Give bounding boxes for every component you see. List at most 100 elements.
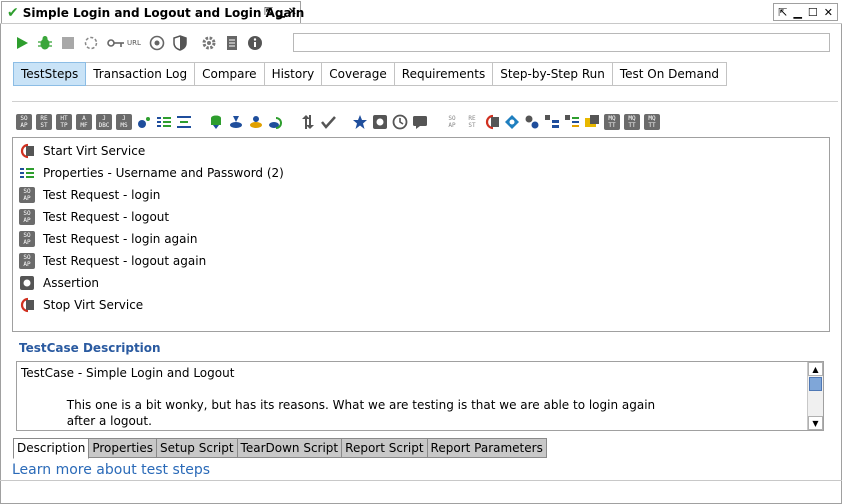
list-item[interactable]: SO AP Test Request - login again <box>13 228 829 250</box>
tab-properties[interactable]: Properties <box>88 438 157 458</box>
soap-icon: SO AP <box>19 187 35 203</box>
learn-more-link[interactable]: Learn more about test steps <box>12 462 210 478</box>
soap-icon: SO AP <box>19 253 35 269</box>
assertion-icon <box>19 275 35 291</box>
add-list-icon[interactable] <box>564 114 580 130</box>
add-rest-mock-icon[interactable]: RE ST <box>464 114 480 130</box>
stop-icon[interactable] <box>60 35 76 51</box>
run-icon[interactable] <box>14 35 30 51</box>
add-amf-step-icon[interactable]: A MF <box>76 114 92 130</box>
add-jdbc-step-icon[interactable]: J DBC <box>96 114 112 130</box>
list-item[interactable]: Properties - Username and Password (2) <box>13 162 829 184</box>
virt-icon <box>19 297 35 313</box>
endpoint-input[interactable] <box>293 33 830 52</box>
list-item[interactable]: SO AP Test Request - logout <box>13 206 829 228</box>
shield-icon[interactable] <box>172 35 188 51</box>
tab-report-script[interactable]: Report Script <box>341 438 428 458</box>
add-rest-step-icon[interactable]: RE ST <box>36 114 52 130</box>
url-label: URL <box>127 39 141 47</box>
step-label: Test Request - login <box>43 188 161 202</box>
close-window-icon[interactable]: ✕ <box>824 6 833 19</box>
step-label: Stop Virt Service <box>43 298 144 312</box>
list-item[interactable]: Start Virt Service <box>13 140 829 162</box>
tab-report-parameters[interactable]: Report Parameters <box>426 438 547 458</box>
virt-icon <box>19 143 35 159</box>
add-datagen-icon[interactable] <box>248 114 264 130</box>
tab-transaction-log[interactable]: Transaction Log <box>86 62 196 86</box>
document-icon[interactable] <box>224 35 240 51</box>
soap-icon: SO AP <box>19 231 35 247</box>
tab-setup-script[interactable]: Setup Script <box>156 438 238 458</box>
add-manual-comment-icon[interactable] <box>412 114 428 130</box>
add-goto-step-icon[interactable] <box>136 114 152 130</box>
window-controls: ⇱ ▁ ☐ ✕ <box>773 3 838 21</box>
minimize-window-icon[interactable]: ▁ <box>793 6 801 19</box>
info-icon[interactable] <box>247 35 263 51</box>
tab-coverage[interactable]: Coverage <box>322 62 395 86</box>
add-script-icon[interactable] <box>372 114 388 130</box>
add-step-toolbar: SO AP RE ST HT TP A MF J DBC J MS SO AP … <box>16 114 660 130</box>
tab-teardown-script[interactable]: TearDown Script <box>236 438 343 458</box>
endpoint-key-icon[interactable]: URL <box>106 35 142 51</box>
step-label: Properties - Username and Password (2) <box>43 166 284 180</box>
step-label: Test Request - login again <box>43 232 198 246</box>
detach-icon[interactable]: ⇱ <box>778 6 787 19</box>
add-loop-icon[interactable] <box>268 114 284 130</box>
add-datasink-icon[interactable] <box>228 114 244 130</box>
add-network-icon[interactable] <box>504 114 520 130</box>
tab-history[interactable]: History <box>264 62 323 86</box>
list-item[interactable]: Stop Virt Service <box>13 294 829 316</box>
add-tree-icon[interactable] <box>544 114 560 130</box>
tab-test-on-demand[interactable]: Test On Demand <box>612 62 728 86</box>
add-security-scan-icon[interactable] <box>524 114 540 130</box>
tab-teststeps[interactable]: TestSteps <box>13 62 87 86</box>
minimize-icon[interactable]: ▁ <box>276 5 284 18</box>
add-delay-clock-icon[interactable] <box>392 114 408 130</box>
scroll-thumb[interactable] <box>809 377 822 391</box>
add-star-icon[interactable] <box>352 114 368 130</box>
gauge-icon[interactable] <box>149 35 165 51</box>
bottom-divider <box>0 480 842 481</box>
tab-step-by-step-run[interactable]: Step-by-Step Run <box>493 62 613 86</box>
scroll-down-icon[interactable]: ▼ <box>808 416 823 430</box>
tab-compare[interactable]: Compare <box>195 62 265 86</box>
step-label: Test Request - logout again <box>43 254 207 268</box>
main-toolbar: URL <box>14 32 263 54</box>
loop-icon[interactable] <box>83 35 99 51</box>
title-bar: ✔ Simple Login and Logout and Login Agai… <box>0 0 842 24</box>
close-icon[interactable]: ✕ <box>288 5 297 18</box>
tab-requirements[interactable]: Requirements <box>394 62 494 86</box>
gear-icon[interactable] <box>201 35 217 51</box>
pin-icon[interactable]: ⇱ <box>264 5 273 18</box>
step-label: Start Virt Service <box>43 144 146 158</box>
step-label: Assertion <box>43 276 100 290</box>
add-datasource-icon[interactable] <box>208 114 224 130</box>
step-label: Test Request - logout <box>43 210 170 224</box>
add-assertion-check-icon[interactable] <box>320 114 336 130</box>
tab-description[interactable]: Description <box>13 438 90 459</box>
debug-bug-icon[interactable] <box>37 35 53 51</box>
add-mqtt-publish-icon[interactable]: MQ TT <box>604 114 620 130</box>
add-jms-step-icon[interactable]: J MS <box>116 114 132 130</box>
add-mqtt-drop-icon[interactable]: MQ TT <box>624 114 640 130</box>
list-item[interactable]: SO AP Test Request - logout again <box>13 250 829 272</box>
add-mqtt-receive-icon[interactable]: MQ TT <box>644 114 660 130</box>
add-soap-mock-icon[interactable]: SO AP <box>444 114 460 130</box>
list-item[interactable]: Assertion <box>13 272 829 294</box>
bottom-tab-bar: Description Properties Setup Script Tear… <box>13 438 547 459</box>
description-textarea[interactable]: TestCase - Simple Login and Logout This … <box>16 361 824 431</box>
add-virt-icon[interactable] <box>484 114 500 130</box>
window-title: Simple Login and Logout and Login Again <box>22 5 305 20</box>
maximize-icon[interactable]: ☐ <box>808 6 818 19</box>
add-property-transfer-icon[interactable] <box>176 114 192 130</box>
add-properties-step-icon[interactable] <box>156 114 172 130</box>
editor-tab[interactable]: ✔ Simple Login and Logout and Login Agai… <box>1 1 304 23</box>
add-folder-icon[interactable] <box>584 114 600 130</box>
description-title: TestCase Description <box>19 341 161 355</box>
add-http-step-icon[interactable]: HT TP <box>56 114 72 130</box>
add-conditional-goto-icon[interactable] <box>300 114 316 130</box>
scroll-up-icon[interactable]: ▲ <box>808 362 823 376</box>
description-scrollbar[interactable]: ▲ ▼ <box>807 362 823 430</box>
add-soap-step-icon[interactable]: SO AP <box>16 114 32 130</box>
list-item[interactable]: SO AP Test Request - login <box>13 184 829 206</box>
